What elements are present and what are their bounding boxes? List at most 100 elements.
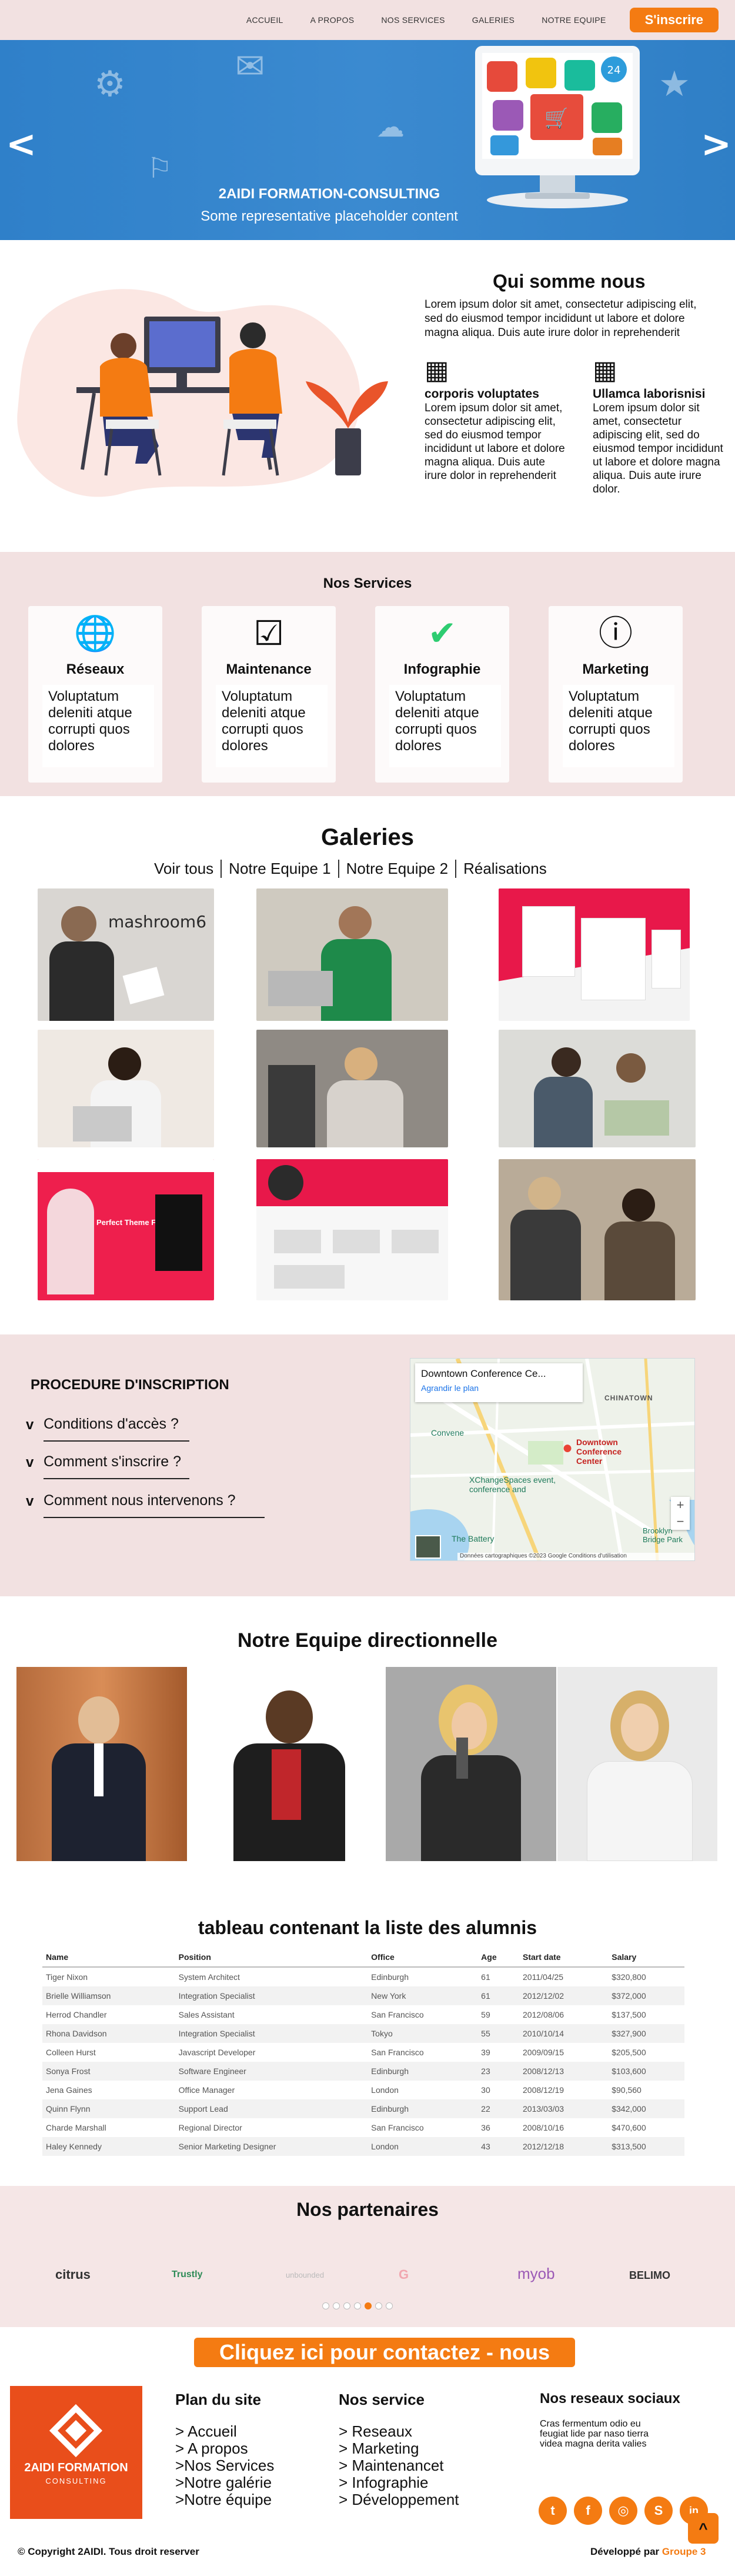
gallery-photo-blog-mockup[interactable]: [256, 1159, 448, 1300]
google-map[interactable]: Downtown Conference Ce... Agrandir le pl…: [410, 1358, 695, 1561]
signup-button[interactable]: S'inscrire: [629, 8, 719, 32]
partner-logo-citrus[interactable]: citrus: [55, 2267, 91, 2282]
faq-item-inscription[interactable]: v Comment s'inscrire ?: [26, 1450, 273, 1483]
filter-voir-tous[interactable]: Voir tous: [154, 860, 222, 878]
footer-link[interactable]: > Développement: [339, 2491, 459, 2508]
scroll-to-top-button[interactable]: ^: [688, 2513, 719, 2544]
nav-link-galeries[interactable]: GALERIES: [472, 15, 514, 25]
filter-equipe-1[interactable]: Notre Equipe 1: [222, 860, 339, 878]
carousel-dots: [322, 2302, 393, 2309]
twitter-icon[interactable]: t: [539, 2497, 567, 2525]
carousel-prev-button[interactable]: <: [6, 122, 36, 165]
gallery-photo-two-women[interactable]: [499, 1030, 696, 1147]
table-cell: Charde Marshall: [46, 2123, 106, 2132]
svg-text:🛒: 🛒: [544, 106, 569, 130]
partners-title: Nos partenaires: [296, 2199, 439, 2220]
map-zoom-in-button[interactable]: +: [671, 1497, 690, 1513]
footer-logo: 2AIDI FORMATION CONSULTING: [10, 2386, 142, 2519]
map-poi-convene: Convene: [431, 1428, 465, 1437]
table-cell: $137,500: [612, 2010, 646, 2019]
table-cell: 61: [481, 1972, 490, 1982]
nav-link-services[interactable]: NOS SERVICES: [381, 15, 445, 25]
footer-link[interactable]: > Marketing: [339, 2440, 459, 2457]
skype-icon[interactable]: S: [644, 2497, 673, 2525]
table-cell: 2013/03/03: [519, 2099, 609, 2118]
map-enlarge-link[interactable]: Agrandir le plan: [421, 1383, 577, 1393]
gallery-photo-web-mockups[interactable]: [499, 888, 690, 1021]
column-header[interactable]: Age: [477, 1948, 519, 1968]
nav-link-accueil[interactable]: ACCUEIL: [246, 15, 283, 25]
column-header[interactable]: Start date: [519, 1948, 609, 1968]
column-header[interactable]: Position: [175, 1948, 368, 1968]
footer-link[interactable]: > Accueil: [175, 2423, 274, 2440]
chevron-down-icon: v: [26, 1455, 34, 1470]
developer-prefix: Développé par: [590, 2546, 662, 2557]
top-navbar: ACCUEIL A PROPOS NOS SERVICES GALERIES N…: [0, 0, 735, 40]
faq-item-intervention[interactable]: v Comment nous intervenons ?: [26, 1489, 273, 1522]
column-header[interactable]: Name: [42, 1948, 175, 1968]
contact-cta-button[interactable]: Cliquez ici pour contactez - nous: [194, 2338, 575, 2367]
team-photo-3[interactable]: [386, 1667, 556, 1861]
faq-question: Comment nous intervenons ?: [44, 1492, 236, 1509]
carousel-dot[interactable]: [354, 2302, 361, 2309]
column-header[interactable]: Salary: [608, 1948, 684, 1968]
gallery-photo-office-women[interactable]: [499, 1159, 696, 1300]
table-cell: Rhona Davidson: [42, 2024, 175, 2043]
alumni-section: tableau contenant la liste des alumnis N…: [0, 1893, 735, 2186]
team-photo-2[interactable]: [201, 1667, 372, 1861]
footer-link[interactable]: >Nos Services: [175, 2457, 274, 2474]
partner-logo-belimo[interactable]: BELIMO: [629, 2269, 670, 2282]
footer-link[interactable]: > Infographie: [339, 2474, 459, 2491]
gallery-photo-laptop-man[interactable]: [256, 888, 448, 1021]
carousel-dot-active[interactable]: [365, 2302, 372, 2309]
service-card-maintenance[interactable]: ☑ Maintenance Voluptatum deleniti atque …: [202, 606, 336, 783]
gallery-photo-presenter[interactable]: mashroom6: [38, 888, 214, 1021]
developer-name[interactable]: Groupe 3: [662, 2546, 706, 2557]
partner-logo-myob[interactable]: myob: [517, 2265, 555, 2283]
gallery-photo-meeting[interactable]: [256, 1030, 448, 1147]
footer-link[interactable]: >Notre galérie: [175, 2474, 274, 2491]
team-photo-4[interactable]: [557, 1667, 717, 1861]
service-card-infographie[interactable]: ✔ Infographie Voluptatum deleniti atque …: [375, 606, 509, 783]
facebook-icon[interactable]: f: [574, 2497, 602, 2525]
carousel-next-button[interactable]: >: [701, 122, 731, 165]
carousel-dot[interactable]: [375, 2302, 382, 2309]
partner-logo-g[interactable]: G: [399, 2267, 409, 2282]
faq-item-conditions[interactable]: v Conditions d'accès ?: [26, 1412, 273, 1445]
team-photo-1[interactable]: [16, 1667, 187, 1861]
footer-link[interactable]: > A propos: [175, 2440, 274, 2457]
partner-logo-trustly[interactable]: Trustly: [172, 2269, 202, 2280]
map-poi-xchange: XChangeSpaces event, conference and: [469, 1475, 556, 1494]
service-card-reseaux[interactable]: 🌐 Réseaux Voluptatum deleniti atque corr…: [28, 606, 162, 783]
nav-link-a-propos[interactable]: A PROPOS: [310, 15, 355, 25]
service-name: Maintenance: [226, 661, 312, 677]
footer-link[interactable]: > Maintenancet: [339, 2457, 459, 2474]
gallery-photo-woman-laptop[interactable]: [38, 1030, 214, 1147]
table-row: Jena Gaines Office Manager London 30 2008/12…: [42, 2081, 684, 2099]
table-cell: 2009/09/15: [523, 2048, 564, 2057]
table-cell: Edinburgh: [368, 2062, 478, 2081]
filter-realisations[interactable]: Réalisations: [456, 860, 554, 878]
table-cell: 2008/12/19: [523, 2085, 564, 2095]
gallery-photo-theme-mockup[interactable]: Perfect Theme For: [38, 1159, 214, 1300]
feature-title: Ullamca laborisnisi: [593, 387, 706, 401]
table-cell: $205,500: [612, 2048, 646, 2057]
footer-heading: Plan du site: [175, 2391, 261, 2408]
carousel-dot[interactable]: [322, 2302, 329, 2309]
map-zoom-out-button[interactable]: −: [671, 1513, 690, 1530]
partner-logo-unbounded[interactable]: unbounded: [286, 2271, 324, 2279]
carousel-dot[interactable]: [333, 2302, 340, 2309]
faq-question: Comment s'inscrire ?: [44, 1453, 181, 1470]
table-cell: Integration Specialist: [175, 2024, 368, 2043]
map-satellite-toggle[interactable]: [415, 1535, 441, 1559]
footer-link[interactable]: > Reseaux: [339, 2423, 459, 2440]
column-header[interactable]: Office: [368, 1948, 478, 1968]
service-card-marketing[interactable]: ⓘ Marketing Voluptatum deleniti atque co…: [549, 606, 683, 783]
nav-link-equipe[interactable]: NOTRE EQUIPE: [542, 15, 606, 25]
carousel-dot[interactable]: [343, 2302, 350, 2309]
filter-equipe-2[interactable]: Notre Equipe 2: [339, 860, 457, 878]
table-cell: San Francisco: [371, 2123, 424, 2132]
carousel-dot[interactable]: [386, 2302, 393, 2309]
footer-link[interactable]: >Notre équipe: [175, 2491, 274, 2508]
instagram-icon[interactable]: ◎: [609, 2497, 637, 2525]
